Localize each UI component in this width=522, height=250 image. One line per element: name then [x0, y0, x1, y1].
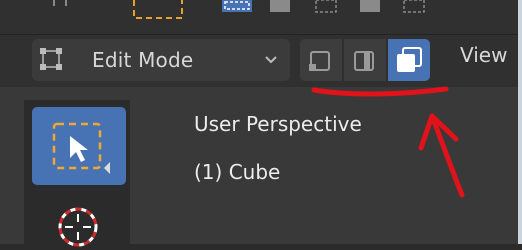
window-edge — [518, 0, 522, 244]
annotation-markup — [311, 86, 465, 198]
annotation-underline — [311, 86, 449, 97]
